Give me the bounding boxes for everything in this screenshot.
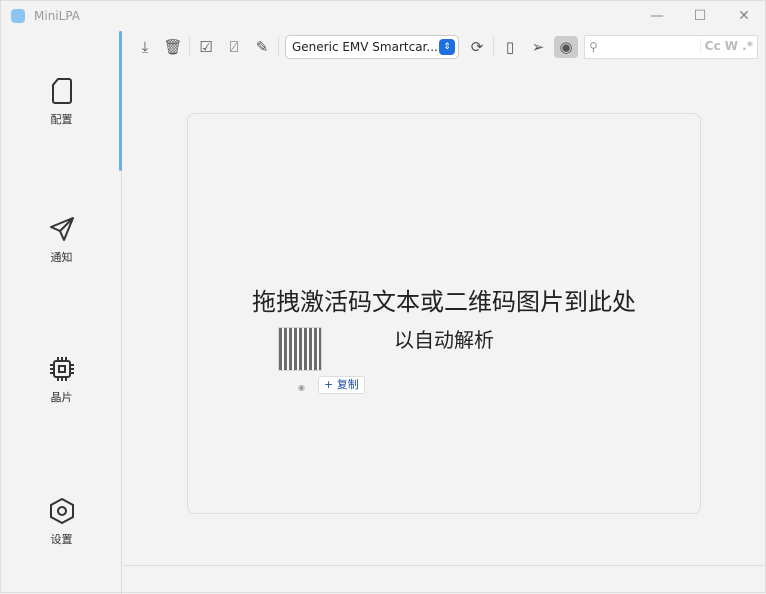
active-indicator [119,31,122,171]
sidebar-item-settings[interactable]: 设置 [1,497,122,547]
sim-refresh-icon: ▯ [505,38,515,56]
search-icon: ⚲ [589,40,598,54]
search-box[interactable]: ⚲ Cc W .* [584,35,758,59]
refresh-icon: ⟳ [470,38,484,56]
sim-off-icon: ⍁ [229,38,239,56]
sim-card-icon [51,78,72,104]
maximize-button[interactable]: ☐ [690,6,710,26]
refresh-button[interactable]: ⟳ [463,34,491,60]
reader-select-value: Generic EMV Smartcar... [292,40,438,54]
drop-zone[interactable]: 拖拽激活码文本或二维码图片到此处 以自动解析 [187,113,701,514]
sidebar-item-label: 设置 [50,533,73,546]
qr-code-drag-image [278,327,322,371]
search-options[interactable]: Cc W .* [699,39,753,53]
drag-cursor-icon: ◉ [298,383,305,392]
drop-hint-title: 拖拽激活码文本或二维码图片到此处 [252,288,636,316]
sidebar-item-label: 通知 [50,251,73,264]
status-divider [123,565,766,566]
process-notifications-button[interactable]: ▯ [496,34,524,60]
copy-drag-badge: + 复制 [318,376,365,394]
sidebar-item-profiles[interactable]: 配置 [1,77,122,127]
download-icon: ⤓ [141,38,149,56]
chip-icon [49,357,74,381]
sidebar-item-chip[interactable]: 晶片 [1,355,122,405]
settings-hexagon-icon [49,497,74,525]
send-icon [49,217,74,241]
send-icon: ➢ [531,38,545,56]
disable-button[interactable]: ⍁ [220,34,248,60]
visibility-toggle[interactable]: ◉ [554,36,578,58]
sidebar-item-label: 配置 [50,113,73,126]
trash-icon: 🗑︎ [163,38,183,56]
sidebar: 配置 通知 晶片 设置 [1,31,122,594]
eye-icon: ◉ [559,38,573,56]
sidebar-item-notifications[interactable]: 通知 [1,215,122,265]
divider [189,37,190,57]
reader-select[interactable]: Generic EMV Smartcar... ⇕ [285,35,459,59]
delete-button[interactable]: 🗑︎ [159,34,187,60]
sim-check-icon: ☑ [199,38,213,56]
chevron-updown-icon: ⇕ [439,39,455,55]
sidebar-item-label: 晶片 [50,391,73,404]
divider [278,37,279,57]
send-button[interactable]: ➢ [524,34,552,60]
sim-edit-icon: ✎ [255,38,269,56]
toolbar: ⤓ 🗑︎ ☑ ⍁ ✎ Generic EMV Smartcar... ⇕ ⟳ ▯… [131,34,758,60]
title-bar: MiniLPA — ☐ ✕ [1,1,766,31]
close-button[interactable]: ✕ [734,6,754,26]
window-title: MiniLPA [34,9,80,23]
minimize-button[interactable]: — [647,6,667,26]
download-button[interactable]: ⤓ [131,34,159,60]
drop-hint-subtitle: 以自动解析 [394,328,494,352]
rename-button[interactable]: ✎ [248,34,276,60]
app-icon [11,9,25,23]
search-input[interactable] [601,40,702,54]
enable-button[interactable]: ☑ [192,34,220,60]
divider [493,37,494,57]
